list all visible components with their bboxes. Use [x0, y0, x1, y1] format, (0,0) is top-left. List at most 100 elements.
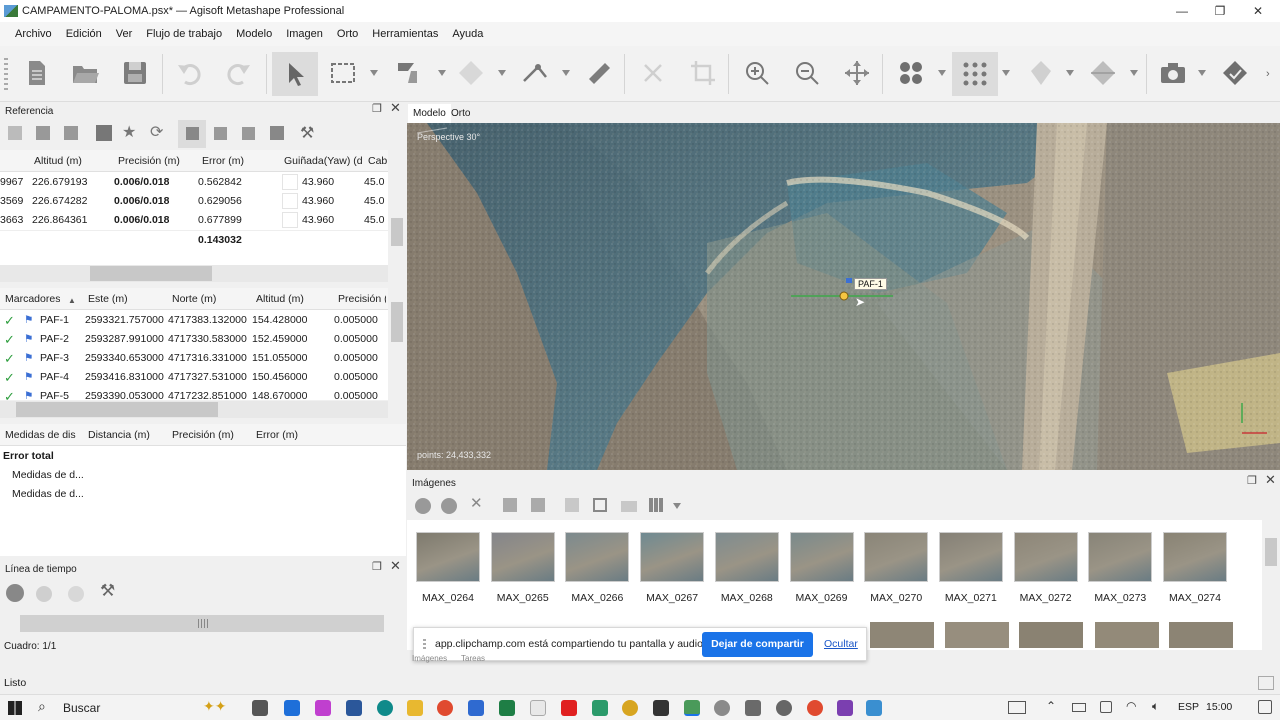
tab-orto[interactable]: Orto [451, 104, 470, 123]
check-icon[interactable]: ✓ [4, 330, 15, 349]
float-panel-icon[interactable]: ❐ [372, 560, 382, 573]
column-header[interactable]: Medidas de dis [5, 424, 81, 446]
menu-orto[interactable]: Orto [330, 28, 365, 40]
image-thumbnail[interactable] [490, 532, 555, 582]
battery-icon[interactable] [1072, 703, 1086, 712]
model-viewport[interactable]: Perspective 30° points: 24,433,332 PAF-1… [407, 123, 1280, 470]
app-icon[interactable] [714, 700, 730, 716]
view-estimated-icon[interactable] [214, 127, 227, 140]
frame-icon[interactable] [593, 498, 607, 512]
notepad-icon[interactable] [530, 700, 546, 716]
tab-tareas[interactable]: Tareas [461, 654, 485, 663]
image-thumbnail[interactable] [870, 622, 934, 648]
column-header[interactable]: Guiñada(Yaw) (d [284, 150, 364, 172]
rotate-left-icon[interactable] [503, 498, 517, 512]
menu-ver[interactable]: Ver [109, 28, 140, 40]
column-header[interactable]: Precisión (m) [172, 424, 234, 446]
column-header[interactable]: Altitud (m) [256, 288, 304, 310]
chevron-down-icon[interactable] [1198, 70, 1206, 76]
menu-ayuda[interactable]: Ayuda [445, 28, 490, 40]
clipchamp-icon[interactable] [837, 700, 853, 716]
stop-sharing-button[interactable]: Dejar de compartir [702, 632, 813, 657]
calculator-icon[interactable] [745, 700, 761, 716]
image-thumbnail[interactable] [1169, 622, 1233, 648]
table-row[interactable]: 3663 226.864361 0.006/0.018 0.677899 43.… [0, 211, 388, 230]
drag-handle-icon[interactable] [423, 639, 426, 651]
image-thumbnail[interactable] [565, 532, 630, 582]
youtube-icon[interactable] [561, 700, 577, 716]
settings-tools-icon[interactable]: ⚒ [300, 123, 314, 143]
table-row[interactable]: 3569 226.674282 0.006/0.018 0.629056 43.… [0, 192, 388, 211]
image-thumbnail[interactable] [714, 532, 779, 582]
image-tile[interactable]: MAX_0271 [938, 528, 1004, 610]
image-thumbnail[interactable] [789, 532, 854, 582]
view-errors-icon[interactable] [242, 127, 255, 140]
image-thumbnail[interactable] [1019, 622, 1083, 648]
marker-row[interactable]: ✓ ⚑ PAF-5 2593390.053000 4717232.851000 … [0, 387, 388, 400]
excel-icon[interactable] [499, 700, 515, 716]
image-thumbnail[interactable] [640, 532, 705, 582]
metashape-taskbar-icon[interactable] [684, 700, 700, 716]
image-tile[interactable]: MAX_0265 [490, 528, 556, 610]
marker-row[interactable]: ✓ ⚑ PAF-4 2593416.831000 4717327.531000 … [0, 368, 388, 387]
zoom-in-button[interactable] [740, 56, 774, 90]
menu-imagen[interactable]: Imagen [279, 28, 330, 40]
table-row[interactable]: 9967 226.679193 0.006/0.018 0.562842 43.… [0, 173, 388, 192]
marker-label-paf-1[interactable]: PAF-1 [854, 278, 887, 290]
save-project-button[interactable] [118, 56, 152, 90]
column-header[interactable]: Error (m) [202, 150, 244, 172]
crop-selection-button[interactable] [686, 56, 720, 90]
checkbox[interactable] [282, 212, 298, 228]
import-reference-icon[interactable] [8, 126, 22, 140]
check-icon[interactable]: ✓ [4, 311, 15, 330]
star-icon[interactable]: ★ [122, 122, 136, 142]
close-panel-icon[interactable]: ✕ [390, 558, 401, 574]
image-tile[interactable]: MAX_0266 [564, 528, 630, 610]
column-header[interactable]: Marcadores [5, 288, 60, 310]
image-thumbnail[interactable] [1013, 532, 1078, 582]
menu-modelo[interactable]: Modelo [229, 28, 279, 40]
draw-polyline-button[interactable] [518, 56, 552, 90]
refresh-icon[interactable]: ⟳ [150, 122, 163, 142]
image-tile[interactable]: MAX_0274 [1162, 528, 1228, 610]
image-thumbnail[interactable] [416, 532, 480, 582]
image-thumbnail[interactable] [1088, 532, 1153, 582]
list-item[interactable]: Medidas de d... [0, 485, 388, 504]
chevron-down-icon[interactable] [673, 503, 681, 509]
chevron-down-icon[interactable] [562, 70, 570, 76]
chevron-down-icon[interactable] [370, 70, 378, 76]
column-header[interactable]: Distancia (m) [88, 424, 150, 446]
new-project-button[interactable] [20, 56, 54, 90]
scrollbar-thumb[interactable] [1265, 538, 1277, 566]
notifications-icon[interactable] [1258, 700, 1272, 714]
terminal-icon[interactable] [653, 700, 669, 716]
copilot-icon[interactable] [315, 700, 331, 716]
binoculars-icon[interactable] [565, 498, 579, 512]
window-resize-icon[interactable] [1258, 676, 1274, 690]
scrollbar-thumb[interactable] [16, 402, 218, 417]
keyboard-icon[interactable] [1008, 701, 1026, 714]
marker-row[interactable]: ✓ ⚑ PAF-1 2593321.757000 4717383.132000 … [0, 311, 388, 330]
map-pin-button[interactable] [1218, 56, 1252, 90]
rotate-right-icon[interactable] [531, 498, 545, 512]
delete-selection-button[interactable] [636, 56, 670, 90]
tiled-model-button[interactable] [1086, 56, 1120, 90]
app-icon[interactable] [592, 700, 608, 716]
scrollbar-thumb[interactable] [391, 302, 403, 342]
minimize-button[interactable]: — [1162, 0, 1202, 22]
app-icon[interactable] [866, 700, 882, 716]
show-cameras-button[interactable] [894, 56, 928, 90]
column-header[interactable]: Precisión (m) [118, 150, 180, 172]
tab-imagenes[interactable]: Imágenes [412, 654, 447, 663]
menu-herramientas[interactable]: Herramientas [365, 28, 445, 40]
tab-modelo[interactable]: Modelo [408, 104, 451, 123]
undo-button[interactable] [172, 56, 206, 90]
column-header[interactable]: Cab [368, 150, 388, 172]
play-icon[interactable] [68, 586, 84, 602]
point-cloud-button[interactable] [952, 52, 998, 96]
wifi-icon[interactable]: ◠ [1126, 699, 1136, 713]
export-reference-icon[interactable] [36, 126, 50, 140]
maximize-button[interactable]: ❐ [1200, 0, 1240, 22]
model-view-button[interactable] [1024, 56, 1058, 90]
image-tile[interactable]: MAX_0272 [1013, 528, 1079, 610]
